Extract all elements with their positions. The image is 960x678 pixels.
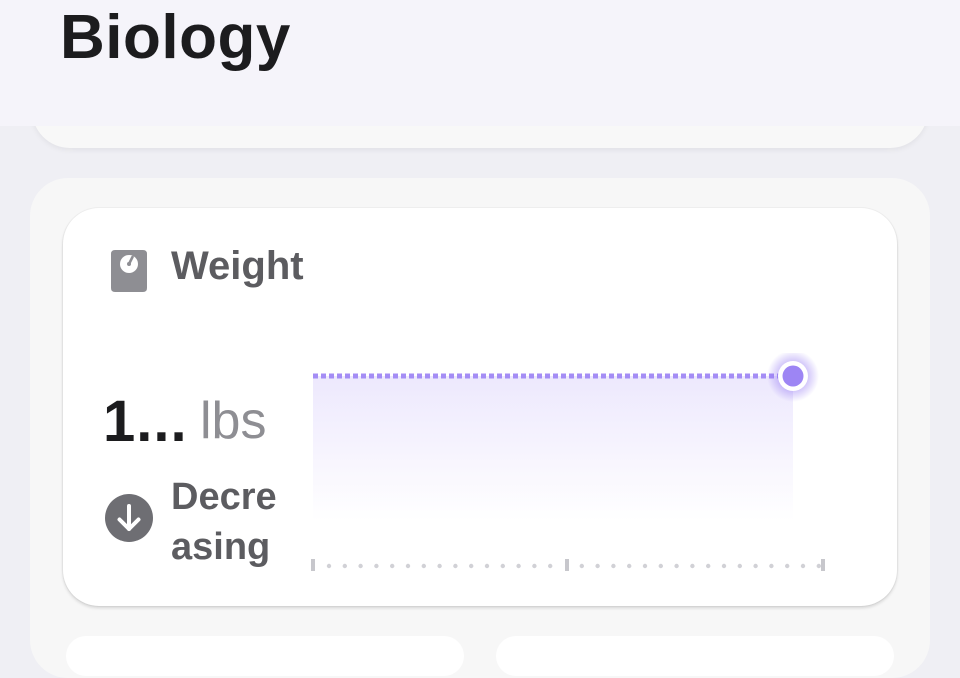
chart-axis-dot — [437, 563, 442, 569]
chart-axis-dot — [753, 563, 758, 569]
chart-axis-dot — [642, 563, 648, 569]
chart-axis-dot — [721, 563, 727, 569]
next-card-right[interactable] — [496, 636, 894, 676]
chart-x-axis — [311, 559, 825, 571]
chart-axis-dot — [532, 563, 537, 569]
chart-axis-dot — [405, 563, 411, 569]
chart-axis-dot — [800, 563, 806, 569]
weight-value: 1... — [103, 389, 188, 454]
chart-axis-dot — [326, 563, 332, 569]
chart-axis-dot — [611, 563, 616, 569]
chart-axis-dot — [390, 563, 395, 569]
chart-axis-dot — [500, 563, 505, 569]
chart-axis-dot — [627, 563, 632, 569]
chart-axis-dot — [421, 563, 426, 569]
chart-axis-dot — [484, 563, 490, 569]
chart-axis-dot — [706, 563, 711, 569]
arrow-down-circle-icon — [105, 494, 153, 542]
chart-axis-dot — [658, 563, 663, 569]
chart-axis-dot — [374, 563, 379, 569]
chart-axis-dot — [595, 563, 600, 569]
chart-axis-dot — [453, 563, 458, 569]
chart-axis-major-tick — [821, 559, 825, 571]
weight-card[interactable]: Weight 1... lbs Decreasing — [63, 208, 897, 606]
chart-point-core — [782, 365, 804, 387]
chart-axis-dot — [674, 563, 679, 569]
chart-axis-dot — [816, 563, 821, 569]
header: Biology — [0, 0, 960, 126]
chart-axis-major-tick — [565, 559, 569, 571]
chart-axis-major-tick — [311, 559, 315, 571]
weight-title: Weight — [171, 244, 304, 288]
chart-axis-dot — [358, 563, 363, 569]
chart-axis-dot — [469, 563, 474, 569]
chart-axis-dot — [737, 563, 742, 569]
page-title: Biology — [60, 3, 291, 72]
chart-axis-dot — [342, 563, 347, 569]
weight-sparkline-chart — [311, 353, 825, 571]
chart-axis-dot — [785, 563, 790, 569]
chart-axis-dot — [579, 563, 584, 569]
next-card-left[interactable] — [66, 636, 464, 676]
chart-axis-dot — [516, 563, 521, 569]
trend-label: Decreasing — [171, 476, 277, 568]
chart-area-fill — [313, 376, 793, 521]
weight-unit: lbs — [200, 392, 267, 450]
chart-axis-dot — [769, 563, 774, 569]
chart-axis-dot — [690, 563, 695, 569]
chart-axis-dot — [548, 563, 553, 569]
scale-icon — [111, 250, 147, 292]
